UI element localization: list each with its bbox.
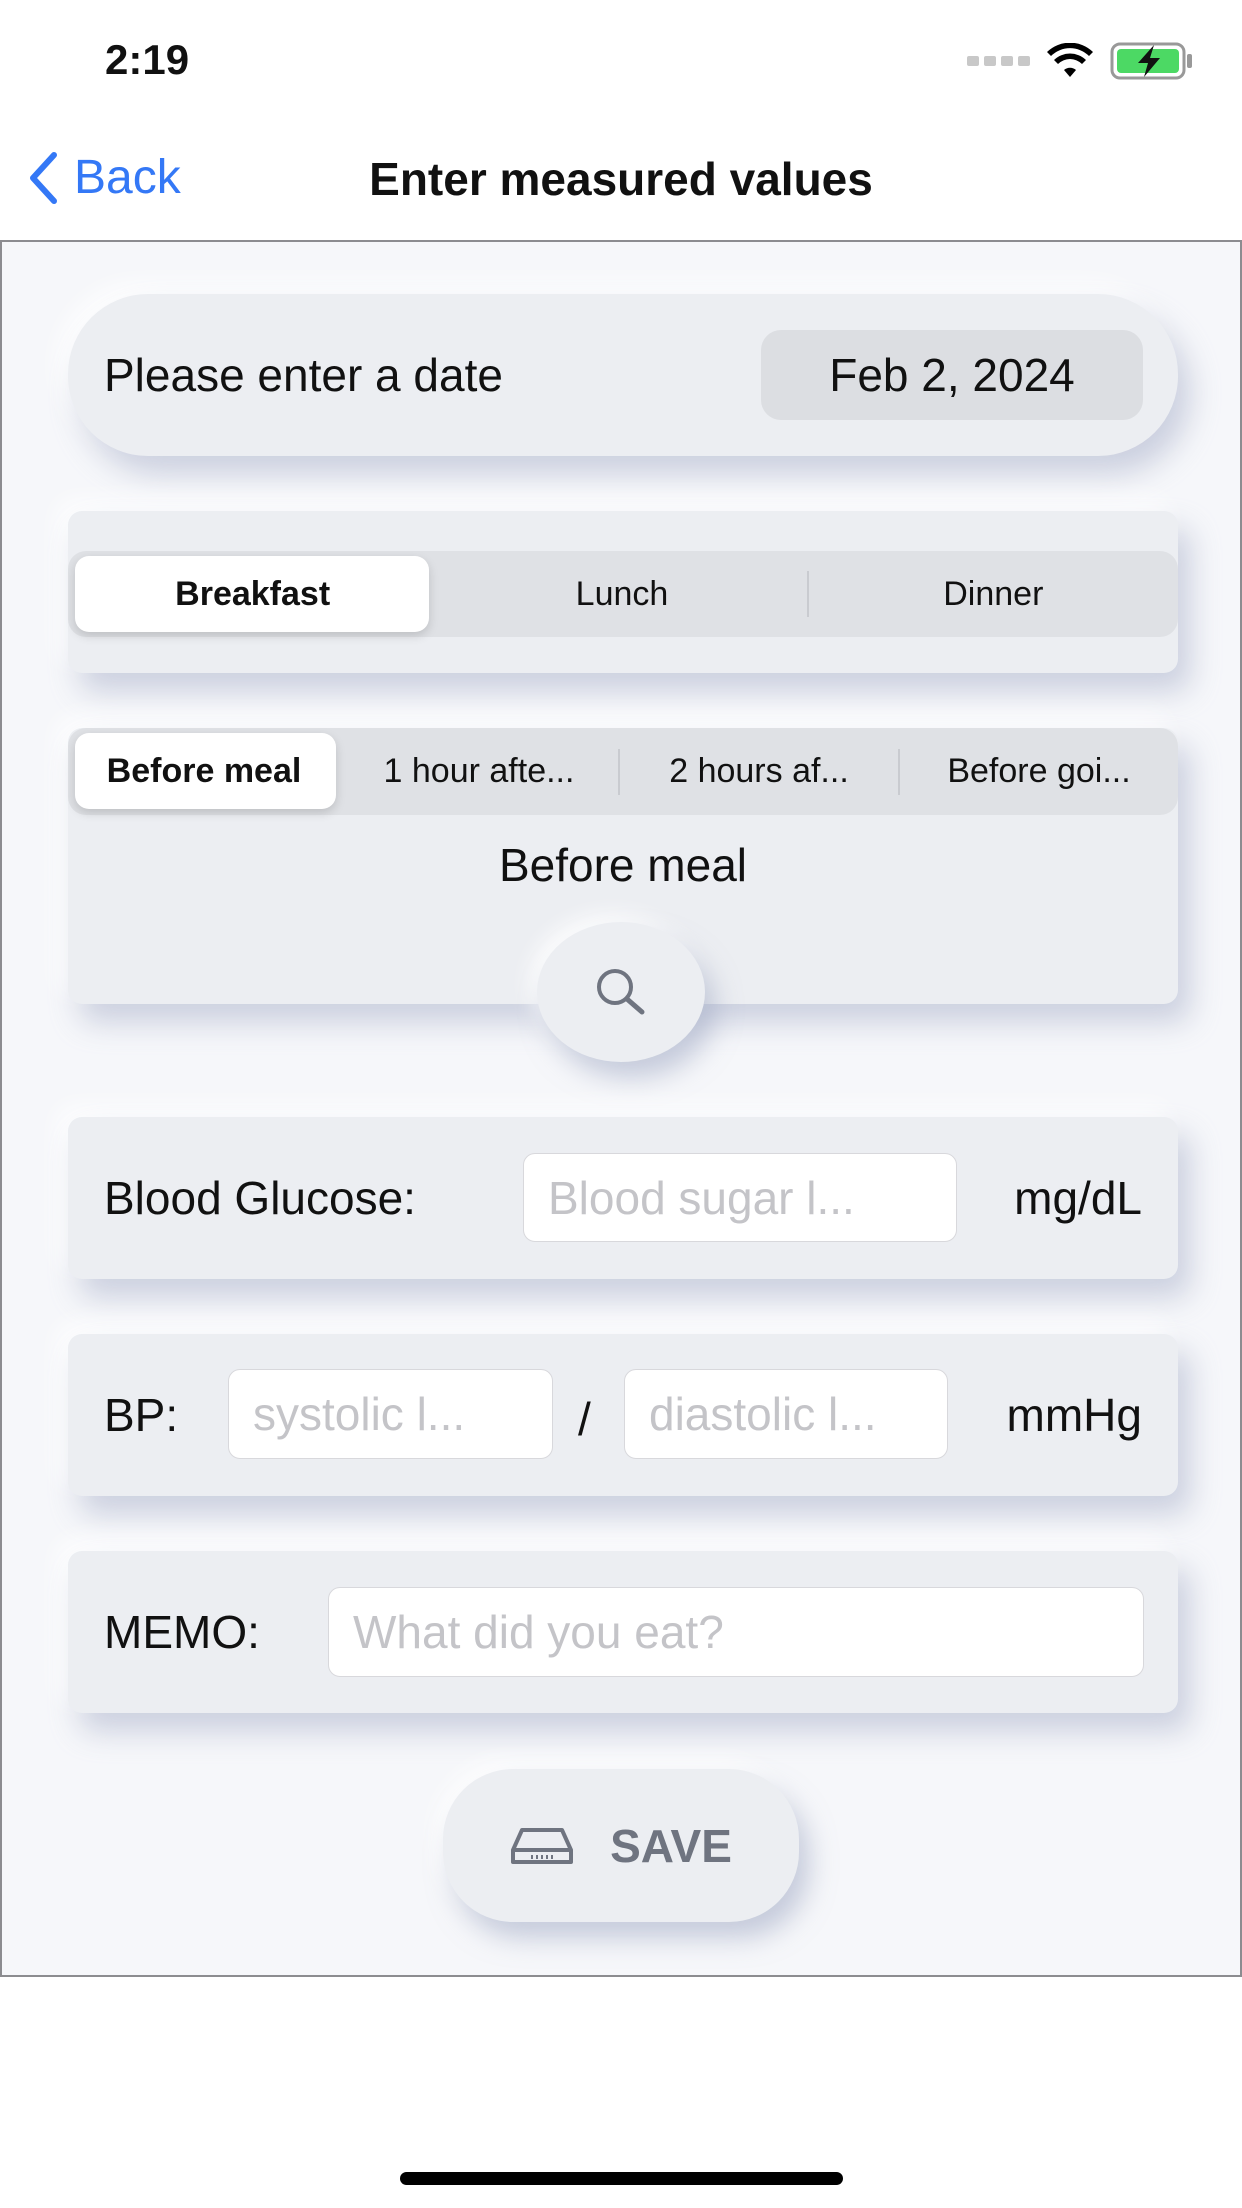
status-time: 2:19 [105, 36, 190, 83]
glucose-input[interactable]: Blood sugar l... [523, 1153, 957, 1242]
glucose-card: Blood Glucose: Blood sugar l... mg/dL [68, 1117, 1178, 1279]
segment-before-meal[interactable]: Before meal [68, 752, 340, 791]
bp-card: BP: systolic l... / diastolic l... mmHg [68, 1334, 1178, 1496]
timing-segmented-control: Before meal 1 hour afte... 2 hours af...… [68, 728, 1178, 815]
bp-separator: / [578, 1393, 591, 1445]
status-icons [967, 42, 1194, 80]
form-container: Please enter a date Feb 2, 2024 Breakfas… [0, 240, 1242, 1977]
memo-label: MEMO: [104, 1606, 260, 1658]
selected-timing-label: Before meal [498, 839, 747, 891]
home-indicator [400, 2172, 843, 2185]
save-label: SAVE [610, 1819, 732, 1872]
segment-before-bed[interactable]: Before goi... [900, 752, 1178, 791]
search-button[interactable] [537, 922, 705, 1062]
glucose-unit: mg/dL [1014, 1172, 1142, 1224]
segment-breakfast[interactable]: Breakfast [68, 575, 437, 614]
memo-input[interactable]: What did you eat? [328, 1587, 1144, 1677]
memo-card: MEMO: What did you eat? [68, 1551, 1178, 1713]
bp-unit: mmHg [1006, 1389, 1142, 1441]
glucose-label: Blood Glucose: [104, 1172, 416, 1224]
segment-1-hour-after[interactable]: 1 hour afte... [340, 752, 618, 791]
segment-lunch[interactable]: Lunch [437, 575, 806, 614]
segment-2-hours-after[interactable]: 2 hours af... [620, 752, 898, 791]
wifi-icon [1047, 43, 1093, 77]
segment-dinner[interactable]: Dinner [809, 575, 1178, 614]
systolic-input[interactable]: systolic l... [228, 1369, 553, 1459]
diastolic-input[interactable]: diastolic l... [624, 1369, 948, 1459]
meal-segmented-control: Breakfast Lunch Dinner [68, 551, 1178, 637]
page-title: Enter measured values [369, 153, 873, 205]
save-drive-icon [511, 1827, 574, 1864]
date-label: Please enter a date [104, 349, 503, 401]
save-button[interactable]: SAVE [443, 1769, 799, 1922]
bp-label: BP: [104, 1389, 179, 1441]
meal-card: Breakfast Lunch Dinner [68, 511, 1178, 673]
search-icon [597, 969, 645, 1015]
date-picker[interactable]: Feb 2, 2024 [761, 330, 1143, 420]
battery-charging-icon [1110, 42, 1192, 80]
signal-icon [967, 56, 1030, 66]
date-card: Please enter a date Feb 2, 2024 [68, 294, 1178, 456]
